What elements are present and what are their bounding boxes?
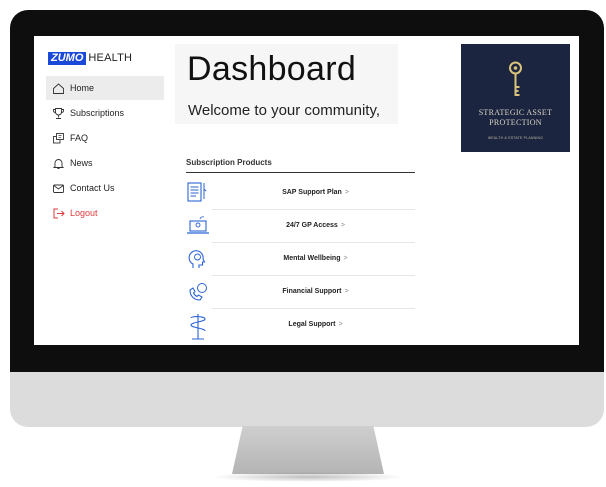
strategic-asset-protection-logo: STRATEGIC ASSET PROTECTION WEALTH & ESTA… [461,44,570,152]
chevron-right-icon: > [338,321,343,328]
head-icon [186,247,210,271]
document-icon [186,181,210,205]
brand-tagline: WEALTH & ESTATE PLANNING [487,136,544,140]
logout-icon [51,206,65,220]
product-gp-access[interactable]: 24/7 GP Access > [186,211,415,243]
dashboard-header: Dashboard Welcome to your community, [175,44,398,124]
sidebar-item-label: Logout [70,208,98,218]
chevron-right-icon: > [340,222,345,229]
sidebar-item-home[interactable]: Home [46,76,164,100]
laptop-icon [186,214,210,238]
sidebar-item-news[interactable]: News [46,151,164,175]
zumo-health-logo[interactable]: ZUMO HEALTH [48,51,132,65]
scales-icon [186,313,210,340]
app-screen: ZUMO HEALTH Home Subscriptions FAQ News … [34,36,579,345]
product-mental-wellbeing[interactable]: Mental Wellbeing > [186,244,415,276]
chevron-right-icon: > [344,189,349,196]
brand-name-line2: PROTECTION [489,118,542,127]
trophy-icon [51,106,65,120]
sidebar-item-label: Subscriptions [70,108,125,118]
monitor-chin [10,372,604,427]
sidebar-item-label: Contact Us [70,183,115,193]
sidebar-item-label: FAQ [70,133,89,143]
bell-icon [51,156,65,170]
phone-icon [186,280,210,304]
chevron-right-icon: > [343,255,348,262]
sidebar-item-faq[interactable]: FAQ [46,126,164,150]
product-sap-support-plan[interactable]: SAP Support Plan > [186,178,415,210]
product-label: Mental Wellbeing [283,255,341,262]
product-label: Legal Support [288,321,336,328]
welcome-message: Welcome to your community, [188,102,381,119]
faq-icon [51,131,65,145]
row-divider [212,209,415,210]
mail-icon [51,181,65,195]
monitor-stand [232,426,384,474]
key-icon [503,60,528,105]
page-title: Dashboard [187,50,357,88]
logo-text: HEALTH [88,52,133,64]
sidebar-item-logout[interactable]: Logout [46,201,164,225]
chevron-right-icon: > [344,288,349,295]
product-legal-support[interactable]: Legal Support > [186,310,415,342]
sidebar-item-label: News [70,158,93,168]
product-financial-support[interactable]: Financial Support > [186,277,415,309]
product-label: SAP Support Plan [282,189,342,196]
logo-badge: ZUMO [48,51,87,65]
brand-name-line1: STRATEGIC ASSET [478,108,553,117]
subscription-products-heading: Subscription Products [186,158,272,167]
row-divider [212,275,415,276]
sidebar-item-subscriptions[interactable]: Subscriptions [46,101,164,125]
sidebar-item-label: Home [70,83,95,93]
row-divider [212,242,415,243]
sidebar-item-contact-us[interactable]: Contact Us [46,176,164,200]
row-divider [212,308,415,309]
heading-divider [186,172,415,173]
monitor-stand-shadow [210,472,406,482]
sidebar-nav: Home Subscriptions FAQ News Contact Us L… [46,76,164,226]
product-label: Financial Support [282,288,342,295]
home-icon [51,81,65,95]
product-label: 24/7 GP Access [286,222,338,229]
